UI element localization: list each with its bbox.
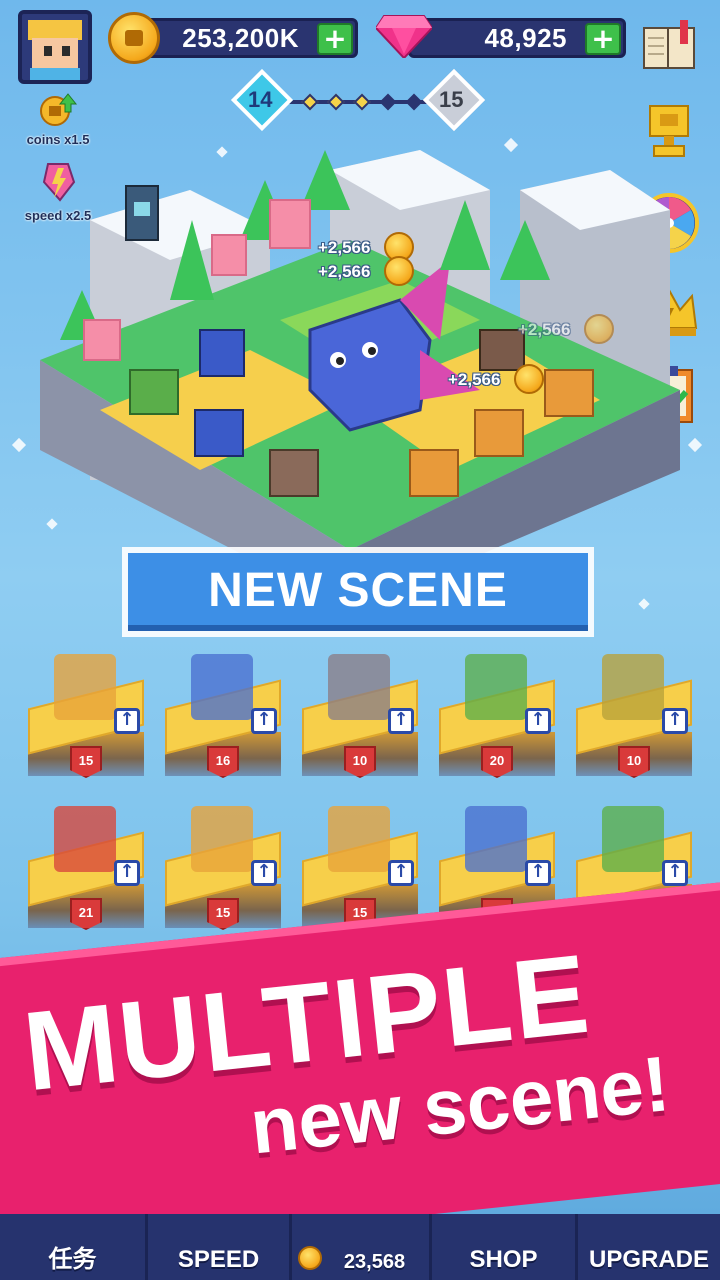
hero-figure <box>602 654 664 720</box>
progress-dot <box>405 93 423 111</box>
tasks-label: 任务 <box>48 1246 97 1273</box>
reward-float: +2,566 <box>318 238 371 257</box>
level-badge-text: 16 <box>215 753 231 768</box>
coin-balance-value: 253,200K <box>182 23 299 53</box>
progress-dot <box>379 93 397 111</box>
hero-figure <box>328 654 390 720</box>
hero-figure <box>54 654 116 720</box>
progress-dot <box>327 93 345 111</box>
speed-button[interactable]: SPEED <box>148 1214 292 1280</box>
coin-icon <box>384 256 414 286</box>
coin-balance: 253,200K + <box>140 18 358 58</box>
upgrade-arrow-icon[interactable]: ↑ <box>251 708 277 734</box>
new-scene-text: NEW SCENE <box>208 564 508 617</box>
hero-card[interactable]: ↑ 20 <box>433 650 561 786</box>
upgrade-arrow-icon[interactable]: ↑ <box>114 860 140 886</box>
book-icon[interactable] <box>638 14 700 76</box>
hero-figure <box>54 806 116 872</box>
hero-card[interactable]: ↑ 15 <box>22 650 150 786</box>
hero-figure <box>191 806 253 872</box>
upgrade-label: UPGRADE <box>588 1246 709 1273</box>
hero-figure <box>602 806 664 872</box>
reward-float: +2,566 <box>318 262 371 281</box>
upgrade-arrow-icon[interactable]: ↑ <box>525 860 551 886</box>
hero-card[interactable]: ↑ 10 <box>570 650 698 786</box>
coin-boost-icon <box>40 93 78 126</box>
gem-icon <box>376 15 432 58</box>
hero-figure <box>191 654 253 720</box>
level-badge-text: 15 <box>352 905 368 920</box>
add-gems-button[interactable]: + <box>585 23 621 55</box>
buy-hero-button[interactable]: 23,568 <box>292 1214 432 1280</box>
upgrade-arrow-icon[interactable]: ↑ <box>388 860 414 886</box>
new-scene-banner: NEW SCENE <box>128 553 588 631</box>
upgrade-button[interactable]: UPGRADE <box>578 1214 720 1280</box>
upgrade-arrow-icon[interactable]: ↑ <box>525 708 551 734</box>
level-progress: 14 15 <box>230 68 486 132</box>
level-badge-text: 10 <box>352 753 368 768</box>
hero-card[interactable]: ↑ 21 <box>22 802 150 938</box>
upgrade-arrow-icon[interactable]: ↑ <box>388 708 414 734</box>
progress-dot <box>301 93 319 111</box>
coin-icon <box>298 1246 322 1270</box>
level-badge-text: 10 <box>626 753 642 768</box>
coin-icon <box>514 364 544 394</box>
reward-float: +2,566 <box>518 320 571 339</box>
coin-icon <box>108 12 160 64</box>
coin-boost-label: coins x1.5 <box>26 132 90 147</box>
add-coins-button[interactable]: + <box>317 23 353 55</box>
coin-icon <box>584 314 614 344</box>
progress-dot <box>353 93 371 111</box>
coin-boost[interactable]: coins x1.5 <box>18 92 98 147</box>
gem-balance-value: 48,925 <box>484 23 567 53</box>
upgrade-arrow-icon[interactable]: ↑ <box>251 860 277 886</box>
hero-card[interactable]: ↑ 15 <box>159 802 287 938</box>
profile-avatar-button[interactable] <box>18 10 92 84</box>
shop-button[interactable]: SHOP <box>432 1214 578 1280</box>
next-level-label: 15 <box>439 87 464 112</box>
upgrade-arrow-icon[interactable]: ↑ <box>114 708 140 734</box>
speed-label: SPEED <box>177 1246 260 1273</box>
upgrade-arrow-icon[interactable]: ↑ <box>662 860 688 886</box>
level-badge-text: 15 <box>215 905 231 920</box>
tasks-button[interactable]: 任务 <box>0 1214 148 1280</box>
level-badge-text: 20 <box>489 753 505 768</box>
hero-figure <box>465 806 527 872</box>
reward-float: +2,566 <box>448 370 501 389</box>
hero-figure <box>465 654 527 720</box>
buy-hero-price: 23,568 <box>343 1251 406 1273</box>
hero-figure <box>328 806 390 872</box>
level-badge-text: 15 <box>78 753 94 768</box>
game-diorama <box>40 150 680 610</box>
upgrade-arrow-icon[interactable]: ↑ <box>662 708 688 734</box>
hero-card[interactable]: ↑ 16 <box>159 650 287 786</box>
shop-label: SHOP <box>469 1246 538 1273</box>
hero-card[interactable]: ↑ 10 <box>296 650 424 786</box>
current-level-label: 14 <box>248 87 273 112</box>
level-badge-text: 21 <box>78 905 94 920</box>
gem-balance: 48,925 + <box>408 18 626 58</box>
